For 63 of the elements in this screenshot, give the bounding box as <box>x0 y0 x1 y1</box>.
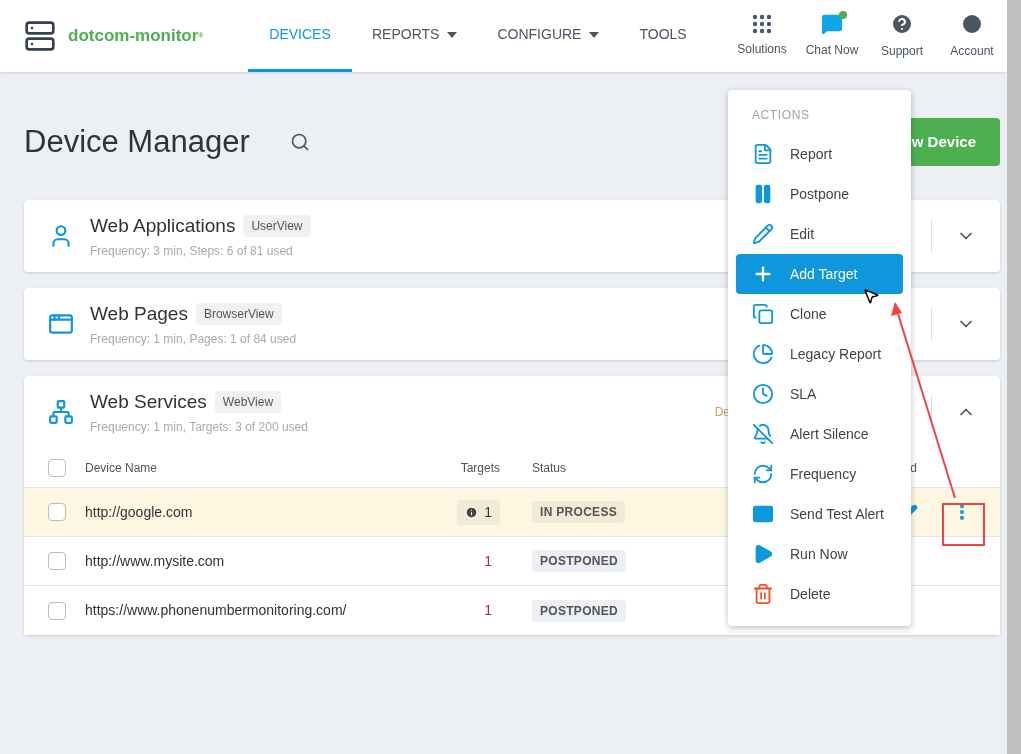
header-checkbox[interactable] <box>48 458 66 477</box>
menu-item[interactable]: Send Test Alert <box>736 494 903 534</box>
column-header: Status <box>532 459 567 477</box>
target-count: 1 <box>457 499 500 525</box>
row-checkbox[interactable] <box>48 552 66 570</box>
target-count: 1 <box>484 551 493 571</box>
menu-item[interactable]: Postpone <box>736 174 903 214</box>
header-link[interactable]: Support <box>867 0 937 72</box>
menu-item[interactable]: Clone <box>736 294 903 334</box>
help-icon <box>890 12 914 36</box>
menu-heading: ACTIONS <box>751 107 811 124</box>
group-summary: Frequency: 1 min, Targets: 3 of 200 used <box>90 419 308 437</box>
highlight-frame <box>942 503 985 546</box>
group-title: Web Pages <box>90 301 188 326</box>
copy-icon <box>752 303 774 325</box>
nav-tab[interactable]: CONFIGURE <box>477 0 620 72</box>
menu-item[interactable]: Legacy Report <box>736 334 903 374</box>
menu-item[interactable]: Alert Silence <box>736 414 903 454</box>
target-count: 1 <box>484 601 493 620</box>
header-link[interactable]: Chat Now <box>797 0 867 72</box>
header-link[interactable]: Solutions <box>727 0 797 72</box>
pencil-icon <box>752 223 774 245</box>
column-header: d <box>910 459 917 477</box>
row-checkbox[interactable] <box>48 601 66 620</box>
row-checkbox[interactable] <box>48 503 66 521</box>
clock-icon <box>752 383 774 405</box>
group-title: Web Services <box>90 389 207 414</box>
status-badge: IN PROCESS <box>532 501 625 523</box>
group-title: Web Applications <box>90 213 236 238</box>
server-icon <box>24 20 56 52</box>
view-tag: WebView <box>214 391 282 413</box>
browser-window-icon <box>48 311 74 337</box>
group-summary: Frequency: 1 min, Pages: 1 of 84 used <box>90 331 297 349</box>
scrollbar[interactable] <box>1007 0 1021 754</box>
column-header: Device Name <box>85 459 159 477</box>
group-summary: Frequency: 3 min, Steps: 6 of 81 used <box>90 243 294 261</box>
nav-tab[interactable]: REPORTS <box>352 0 478 72</box>
network-icon <box>48 399 74 425</box>
report-icon <box>752 143 774 165</box>
brand-logo: dotcom-monitor$^{®}$ <box>68 25 204 48</box>
grid-icon <box>752 14 772 34</box>
menu-item[interactable]: Report <box>736 134 903 174</box>
status-badge: POSTPONED <box>532 550 627 572</box>
menu-item[interactable]: Edit <box>736 214 903 254</box>
info-icon <box>465 505 479 519</box>
device-name: http://www.mysite.com <box>85 551 226 571</box>
view-tag: BrowserView <box>195 303 282 325</box>
nav-tab[interactable]: TOOLS <box>619 0 707 72</box>
column-header: Targets <box>459 459 500 477</box>
status-badge: POSTPONED <box>532 599 627 622</box>
refresh-icon <box>752 463 774 485</box>
menu-item[interactable]: SLA <box>736 374 903 414</box>
header-link[interactable]: Account <box>937 0 1007 72</box>
pie-chart-icon <box>752 343 774 365</box>
menu-item[interactable]: Run Now <box>736 534 903 574</box>
trash-icon <box>752 583 774 605</box>
view-tag: UserView <box>243 215 311 237</box>
device-name: https://www.phonenumbermonitoring.com/ <box>85 601 348 620</box>
page-title: Device Manager <box>24 122 250 161</box>
search-icon[interactable] <box>289 132 310 152</box>
cursor-icon <box>862 287 880 305</box>
device-name: http://google.com <box>85 502 194 522</box>
bell-off-icon <box>752 423 774 445</box>
